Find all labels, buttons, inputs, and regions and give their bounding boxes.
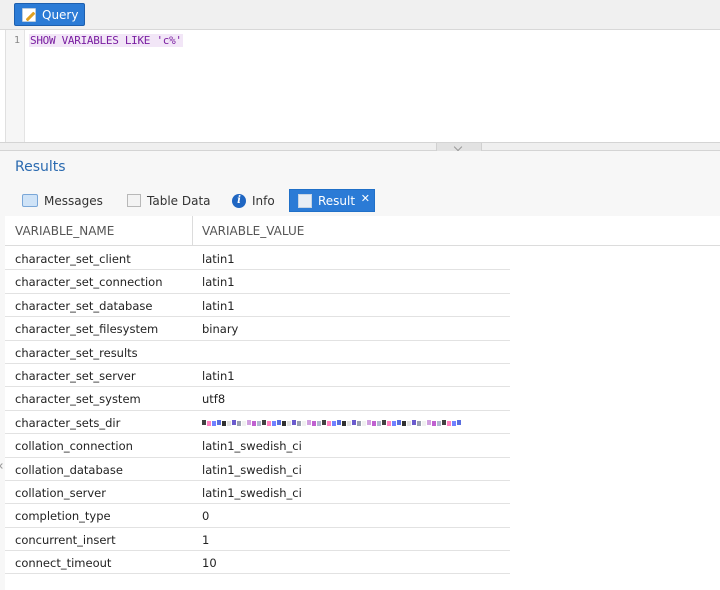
- pane-splitter[interactable]: [0, 142, 720, 151]
- table-row[interactable]: character_set_client latin1: [5, 247, 510, 271]
- tab-info[interactable]: i Info: [232, 189, 275, 212]
- cell-variable-value[interactable]: latin1_swedish_ci: [202, 458, 507, 481]
- info-icon: i: [232, 193, 246, 208]
- cell-variable-value[interactable]: latin1: [202, 247, 507, 270]
- tab-messages[interactable]: Messages: [22, 189, 103, 212]
- cell-variable-name[interactable]: concurrent_insert: [15, 528, 193, 551]
- tab-info-label: Info: [252, 193, 275, 208]
- close-icon[interactable]: ✕: [361, 192, 370, 205]
- table-row[interactable]: character_sets_dir: [5, 411, 510, 435]
- cell-variable-value[interactable]: latin1: [202, 364, 507, 387]
- table-row[interactable]: character_set_server latin1: [5, 364, 510, 388]
- top-toolbar: Query: [0, 0, 720, 30]
- column-header-variable-value[interactable]: VARIABLE_VALUE: [193, 216, 513, 246]
- cell-variable-name[interactable]: character_sets_dir: [15, 411, 193, 434]
- collapse-left-chevron-icon[interactable]: [0, 457, 4, 477]
- cell-variable-name[interactable]: character_set_results: [15, 341, 193, 364]
- cell-variable-value[interactable]: 10: [202, 551, 507, 574]
- table-row[interactable]: character_set_system utf8: [5, 387, 510, 411]
- cell-variable-name[interactable]: connect_timeout: [15, 551, 193, 574]
- results-title: Results: [15, 159, 66, 175]
- results-tabs: Messages Table Data i Info Result ✕: [0, 189, 720, 213]
- sql-editor[interactable]: 1 SHOW VARIABLES LIKE 'c%': [5, 30, 720, 142]
- table-row[interactable]: collation_server latin1_swedish_ci: [5, 481, 510, 505]
- cell-variable-value[interactable]: latin1_swedish_ci: [202, 481, 507, 504]
- tab-messages-label: Messages: [44, 193, 103, 208]
- cell-variable-name[interactable]: character_set_server: [15, 364, 193, 387]
- result-icon: [298, 193, 312, 208]
- grid-header: VARIABLE_NAME VARIABLE_VALUE: [5, 216, 720, 246]
- cell-variable-name[interactable]: collation_connection: [15, 434, 193, 457]
- line-number: 1: [14, 35, 21, 46]
- table-row[interactable]: connect_timeout 10: [5, 551, 510, 575]
- table-row[interactable]: collation_connection latin1_swedish_ci: [5, 434, 510, 458]
- cell-variable-value[interactable]: binary: [202, 317, 507, 340]
- table-row[interactable]: character_set_filesystem binary: [5, 317, 510, 341]
- cell-variable-value[interactable]: 1: [202, 528, 507, 551]
- cell-variable-name[interactable]: collation_server: [15, 481, 193, 504]
- cell-variable-name[interactable]: character_set_connection: [15, 270, 193, 293]
- sql-code[interactable]: SHOW VARIABLES LIKE 'c%': [29, 34, 183, 47]
- cell-variable-value[interactable]: latin1: [202, 270, 507, 293]
- cell-variable-name[interactable]: completion_type: [15, 504, 193, 527]
- results-panel: Results Messages Table Data i Info Resul…: [0, 151, 720, 590]
- cell-variable-name[interactable]: character_set_system: [15, 387, 193, 410]
- table-row[interactable]: character_set_database latin1: [5, 294, 510, 318]
- pixelated-redaction: [202, 417, 462, 429]
- tab-result-label: Result: [318, 193, 356, 208]
- query-button[interactable]: Query: [14, 3, 85, 26]
- tab-table-data[interactable]: Table Data: [127, 189, 211, 212]
- cell-variable-value[interactable]: latin1: [202, 294, 507, 317]
- messages-icon: [22, 194, 38, 207]
- tab-table-data-label: Table Data: [147, 193, 211, 208]
- table-row[interactable]: character_set_results: [5, 341, 510, 364]
- cell-variable-value[interactable]: 0: [202, 504, 507, 527]
- cell-variable-value[interactable]: [202, 411, 507, 434]
- cell-variable-name[interactable]: character_set_client: [15, 247, 193, 270]
- cell-variable-name[interactable]: collation_database: [15, 458, 193, 481]
- column-header-variable-name[interactable]: VARIABLE_NAME: [5, 216, 193, 246]
- table-row[interactable]: character_set_connection latin1: [5, 270, 510, 294]
- cell-variable-name[interactable]: character_set_database: [15, 294, 193, 317]
- edit-pencil-icon: [22, 7, 36, 22]
- cell-variable-value[interactable]: utf8: [202, 387, 507, 410]
- table-icon: [127, 194, 141, 207]
- grid-rows: character_set_client latin1 character_set_…: [5, 247, 510, 575]
- result-grid: VARIABLE_NAME VARIABLE_VALUE character_s…: [5, 216, 720, 590]
- query-button-label: Query: [42, 7, 79, 22]
- cell-variable-name[interactable]: character_set_filesystem: [15, 317, 193, 340]
- table-row[interactable]: collation_database latin1_swedish_ci: [5, 458, 510, 481]
- tab-result[interactable]: Result ✕: [289, 189, 375, 212]
- table-row[interactable]: completion_type 0: [5, 504, 510, 528]
- cell-variable-value[interactable]: latin1_swedish_ci: [202, 434, 507, 457]
- table-row[interactable]: concurrent_insert 1: [5, 528, 510, 552]
- splitter-grip-chevron-icon[interactable]: [436, 143, 482, 151]
- editor-gutter: 1: [6, 30, 25, 142]
- cell-variable-value[interactable]: [202, 341, 507, 364]
